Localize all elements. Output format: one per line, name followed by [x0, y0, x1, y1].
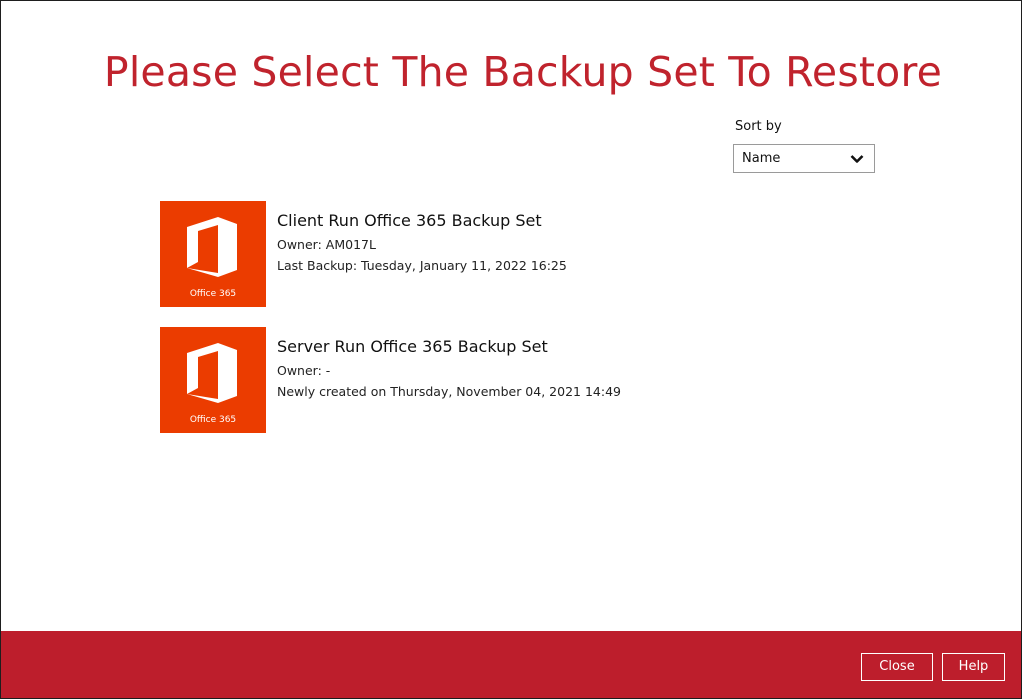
- sort-by-value: Name: [742, 151, 781, 166]
- help-button[interactable]: Help: [942, 653, 1005, 681]
- backup-set-last-backup: Last Backup: Tuesday, January 11, 2022 1…: [277, 258, 567, 273]
- footer-bar: Close Help: [1, 631, 1021, 698]
- chevron-down-icon: [850, 155, 864, 163]
- restore-window: Please Select The Backup Set To Restore …: [0, 0, 1022, 699]
- backup-set-owner: Owner: -: [277, 363, 331, 378]
- office-365-icon: [187, 217, 237, 277]
- backup-set-item[interactable]: Office 365 Client Run Office 365 Backup …: [160, 201, 720, 307]
- backup-set-name: Client Run Office 365 Backup Set: [277, 211, 542, 230]
- page-title: Please Select The Backup Set To Restore: [103, 48, 943, 96]
- sort-by-label: Sort by: [735, 119, 782, 134]
- tile-label: Office 365: [189, 415, 237, 425]
- backup-set-owner: Owner: AM017L: [277, 237, 376, 252]
- office-365-tile: Office 365: [160, 201, 266, 307]
- backup-set-item[interactable]: Office 365 Server Run Office 365 Backup …: [160, 327, 720, 433]
- office-365-icon: [187, 343, 237, 403]
- sort-by-select[interactable]: Name: [733, 144, 875, 173]
- tile-label: Office 365: [189, 289, 237, 299]
- backup-set-name: Server Run Office 365 Backup Set: [277, 337, 548, 356]
- close-button[interactable]: Close: [861, 653, 933, 681]
- backup-set-created-date: Newly created on Thursday, November 04, …: [277, 384, 621, 399]
- office-365-tile: Office 365: [160, 327, 266, 433]
